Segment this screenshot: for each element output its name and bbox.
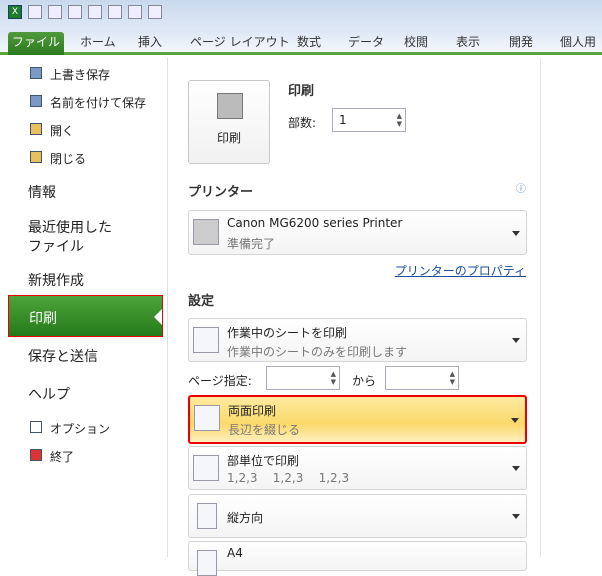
portrait-page-icon bbox=[197, 503, 217, 529]
nav-print[interactable]: 印刷 bbox=[8, 295, 163, 337]
printer-name: Canon MG6200 series Printer bbox=[227, 216, 403, 230]
printer-status: 準備完了 bbox=[227, 237, 276, 251]
printer-heading: プリンター bbox=[188, 185, 254, 200]
exit-icon bbox=[30, 449, 42, 461]
options-icon bbox=[30, 421, 42, 433]
tab-page-layout[interactable]: ページ レイアウト bbox=[190, 32, 290, 52]
sheet-icon bbox=[193, 327, 219, 353]
pages-from-spinner[interactable]: ▲ ▼ bbox=[266, 366, 340, 390]
collate-icon bbox=[193, 455, 219, 481]
nav-open[interactable]: 開く bbox=[50, 122, 74, 139]
print-preview-icon[interactable] bbox=[148, 5, 162, 19]
print-what-title: 作業中のシートを印刷 bbox=[227, 326, 348, 340]
nav-save-as[interactable]: 名前を付けて保存 bbox=[50, 94, 146, 111]
printer-properties-link[interactable]: プリンターのプロパティ bbox=[395, 262, 526, 279]
pages-to-spinner[interactable]: ▲ ▼ bbox=[385, 366, 459, 390]
orientation-dropdown[interactable]: 縦方向 bbox=[188, 494, 527, 538]
print-button-label: 印刷 bbox=[216, 131, 241, 145]
paper-icon bbox=[197, 550, 217, 576]
tab-insert[interactable]: 挿入 bbox=[138, 32, 162, 52]
save-as-icon bbox=[30, 95, 42, 107]
print-what-sub: 作業中のシートのみを印刷します bbox=[227, 345, 408, 359]
tab-data[interactable]: データ bbox=[348, 32, 384, 52]
duplex-dropdown[interactable]: 両面印刷 長辺を綴じる bbox=[188, 395, 527, 444]
ribbon-tabs: ファイル ホーム 挿入 ページ レイアウト 数式 データ 校閲 表示 開発 個人… bbox=[0, 30, 602, 55]
tab-formulas[interactable]: 数式 bbox=[297, 32, 321, 52]
duplex-sub: 長辺を綴じる bbox=[228, 423, 301, 437]
nav-save[interactable]: 上書き保存 bbox=[50, 66, 110, 83]
save-icon[interactable] bbox=[28, 5, 42, 19]
save-icon bbox=[30, 67, 42, 79]
tab-personal[interactable]: 個人用 bbox=[560, 32, 596, 52]
collate-sub: 1,2,3 1,2,3 1,2,3 bbox=[227, 471, 350, 485]
nav-exit[interactable]: 終了 bbox=[50, 448, 74, 465]
paper-size-dropdown[interactable]: A4 bbox=[188, 541, 527, 576]
undo-icon[interactable] bbox=[48, 5, 62, 19]
spinner-arrows-icon[interactable]: ▲ ▼ bbox=[331, 370, 336, 386]
folder-icon[interactable] bbox=[128, 5, 142, 19]
printer-icon bbox=[217, 93, 243, 119]
collate-dropdown[interactable]: 部単位で印刷 1,2,3 1,2,3 1,2,3 bbox=[188, 446, 527, 490]
chevron-down-icon bbox=[512, 338, 520, 347]
spinner-arrows-icon[interactable]: ▲ ▼ bbox=[397, 112, 402, 128]
print-what-dropdown[interactable]: 作業中のシートを印刷 作業中のシートのみを印刷します bbox=[188, 318, 527, 362]
quick-access-toolbar: X bbox=[8, 5, 162, 19]
orientation-label: 縦方向 bbox=[227, 511, 264, 525]
collate-title: 部単位で印刷 bbox=[227, 454, 300, 468]
chevron-down-icon bbox=[512, 514, 520, 523]
chevron-down-icon bbox=[512, 230, 520, 240]
nav-recent-2[interactable]: ファイル bbox=[28, 236, 84, 256]
tab-file[interactable]: ファイル bbox=[8, 32, 64, 55]
new-icon[interactable] bbox=[88, 5, 102, 19]
tab-home[interactable]: ホーム bbox=[80, 32, 116, 52]
paper-size-label: A4 bbox=[227, 546, 243, 560]
nav-save-send[interactable]: 保存と送信 bbox=[28, 346, 98, 366]
copies-value: 1 bbox=[339, 113, 347, 127]
open-folder-icon bbox=[30, 123, 42, 135]
nav-new[interactable]: 新規作成 bbox=[28, 270, 84, 290]
pages-to-label: から bbox=[352, 374, 377, 388]
print-button[interactable]: 印刷 bbox=[188, 80, 270, 164]
tab-developer[interactable]: 開発 bbox=[509, 32, 533, 52]
copies-spinner[interactable]: 1 ▲ ▼ bbox=[332, 108, 406, 132]
tab-review[interactable]: 校閲 bbox=[404, 32, 428, 52]
nav-options[interactable]: オプション bbox=[50, 420, 110, 437]
info-icon[interactable]: ⓘ bbox=[516, 180, 526, 195]
spinner-arrows-icon[interactable]: ▲ ▼ bbox=[450, 370, 455, 386]
copies-label: 部数: bbox=[288, 116, 317, 130]
nav-help[interactable]: ヘルプ bbox=[28, 384, 70, 404]
excel-icon: X bbox=[8, 5, 22, 19]
preview-area bbox=[540, 58, 602, 557]
printer-dropdown[interactable]: Canon MG6200 series Printer 準備完了 bbox=[188, 210, 527, 255]
nav-close[interactable]: 閉じる bbox=[50, 150, 86, 167]
nav-recent[interactable]: 最近使用した bbox=[28, 217, 112, 237]
close-folder-icon bbox=[30, 151, 42, 163]
open-icon[interactable] bbox=[108, 5, 122, 19]
title-bar: X bbox=[0, 0, 602, 30]
redo-icon[interactable] bbox=[68, 5, 82, 19]
nav-info[interactable]: 情報 bbox=[28, 182, 56, 202]
pages-label: ページ指定: bbox=[188, 374, 252, 388]
chevron-down-icon bbox=[512, 466, 520, 475]
printer-icon bbox=[193, 219, 219, 245]
duplex-page-icon bbox=[194, 405, 220, 431]
duplex-title: 両面印刷 bbox=[228, 404, 277, 418]
settings-heading: 設定 bbox=[188, 294, 215, 309]
chevron-down-icon bbox=[511, 417, 519, 427]
tab-view[interactable]: 表示 bbox=[456, 32, 480, 52]
print-title: 印刷 bbox=[288, 84, 315, 99]
